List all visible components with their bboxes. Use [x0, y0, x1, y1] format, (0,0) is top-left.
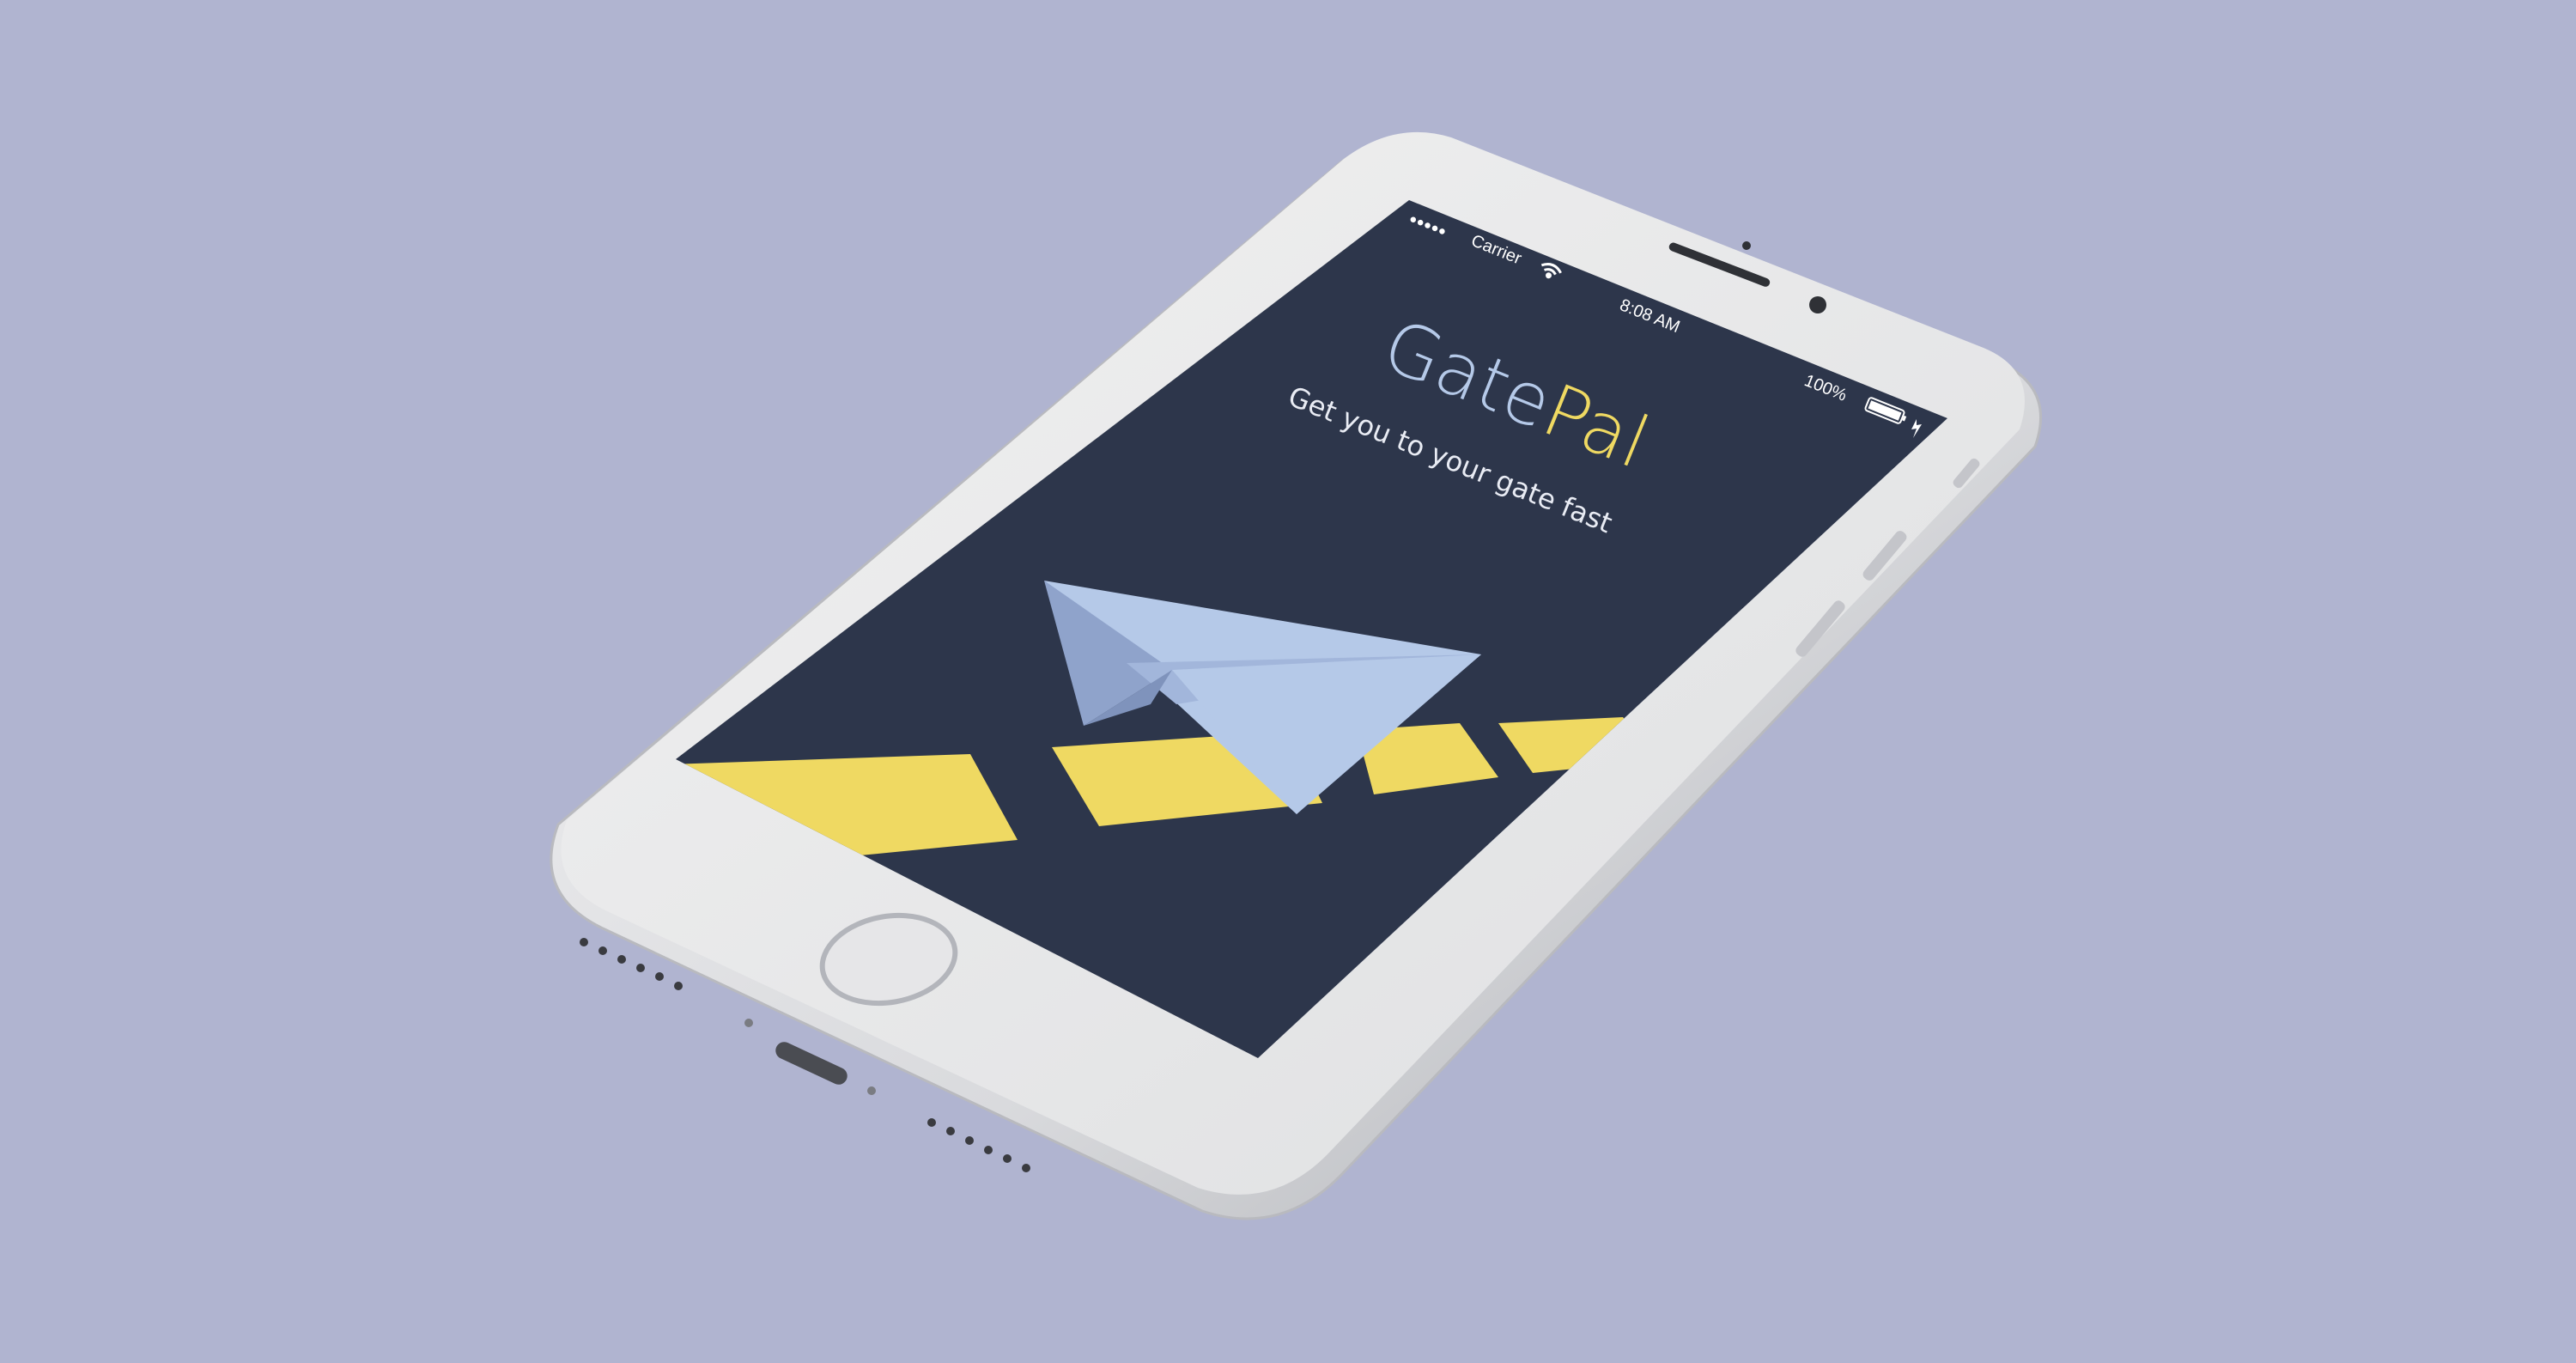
proximity-sensor: [1742, 241, 1751, 250]
phone-mockup-canvas: ●●●●● Carrier 8:08 AM 100% GatePal Get y…: [550, 131, 2043, 1220]
lightning-port: [775, 1042, 848, 1085]
mockup-stage: ●●●●● Carrier 8:08 AM 100% GatePal Get y…: [0, 0, 2576, 1363]
screw-left: [744, 1019, 753, 1027]
bottom-speaker-right: [927, 1118, 1030, 1172]
screw-right: [867, 1086, 876, 1095]
front-camera: [1809, 296, 1826, 313]
